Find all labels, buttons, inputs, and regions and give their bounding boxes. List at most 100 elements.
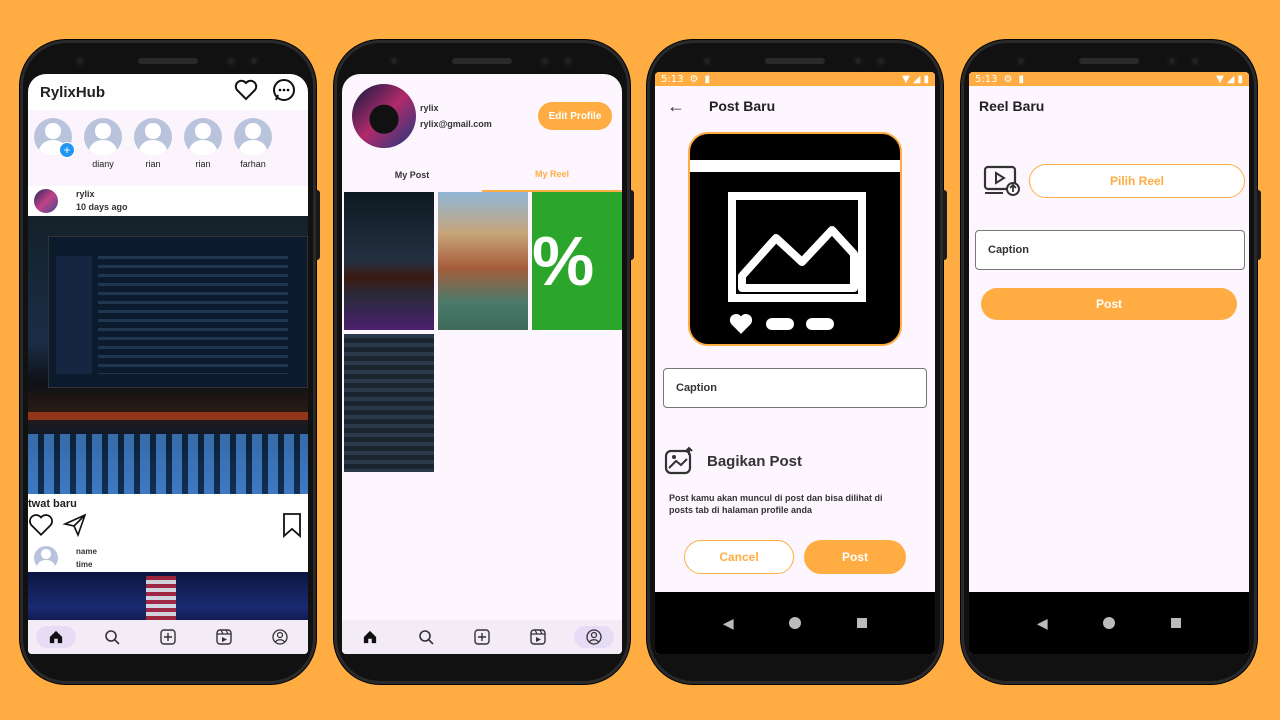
battery-icon: ▮ <box>1237 73 1243 85</box>
recents-icon[interactable] <box>857 618 868 628</box>
status-time: 5:13 <box>975 73 998 85</box>
profile-tabs: My Post My Reel <box>342 158 622 192</box>
android-nav: ◀ <box>655 592 935 654</box>
page-title: Reel Baru <box>979 98 1045 114</box>
nav-reels[interactable] <box>204 626 244 648</box>
settings-icon: ⚙ <box>1003 73 1013 85</box>
stories-row: + diany rian rian farhan <box>28 110 308 186</box>
avatar <box>234 118 272 156</box>
phone-feed: RylixHub + diany rian rian farhan rylix … <box>20 40 320 684</box>
share-icon[interactable] <box>62 513 88 542</box>
chat-icon[interactable] <box>272 78 296 107</box>
reel-baru-screen: 5:13 ⚙ ▮ ▼ ◢ ▮ Reel Baru Pilih Reel Captio… <box>969 72 1249 654</box>
comment-time: time <box>76 560 93 569</box>
post-avatar[interactable] <box>34 189 58 213</box>
post-button[interactable]: Post <box>981 288 1237 320</box>
nav-search[interactable] <box>406 626 446 648</box>
signal-icon: ◢ <box>1226 73 1235 85</box>
story-item[interactable]: diany <box>84 118 122 169</box>
status-bar: 5:13 ⚙ ▮ ▼ ◢ ▮ <box>655 72 935 86</box>
nav-home[interactable] <box>350 626 390 648</box>
back-arrow-icon[interactable]: ← <box>667 96 685 117</box>
bookmark-icon[interactable] <box>282 512 302 543</box>
profile-avatar[interactable] <box>352 84 416 148</box>
post-caption: twat baru <box>28 498 77 510</box>
caption-field[interactable]: Caption <box>975 230 1245 270</box>
comment-name: name <box>76 547 97 556</box>
cancel-button[interactable]: Cancel <box>684 540 794 574</box>
status-time: 5:13 <box>661 73 684 85</box>
like-icon[interactable] <box>28 513 54 542</box>
story-name: rian <box>145 159 161 169</box>
profile-email: rylix@gmail.com <box>420 119 492 129</box>
story-item[interactable]: rian <box>134 118 172 169</box>
story-name: diany <box>92 159 114 169</box>
phone-profile: rylix rylix@gmail.com Edit Profile My Po… <box>334 40 634 684</box>
story-add[interactable]: + <box>34 118 75 158</box>
android-nav: ◀ <box>969 592 1249 654</box>
reel-grid: % <box>342 192 622 472</box>
nav-search[interactable] <box>92 626 132 648</box>
battery-icon: ▮ <box>923 73 929 85</box>
nav-reels[interactable] <box>518 626 558 648</box>
comment-row: name time <box>28 544 308 572</box>
story-item[interactable]: farhan <box>234 118 272 169</box>
back-icon[interactable]: ◀ <box>723 615 734 632</box>
image-placeholder[interactable] <box>688 132 902 346</box>
story-name: farhan <box>240 159 266 169</box>
avatar <box>134 118 172 156</box>
profile-username: rylix <box>420 103 439 113</box>
nav-add[interactable] <box>462 626 502 648</box>
avatar <box>84 118 122 156</box>
page-title: Post Baru <box>709 98 776 114</box>
recents-icon[interactable] <box>1171 618 1182 628</box>
share-title: Bagikan Post <box>707 452 803 470</box>
settings-icon: ⚙ <box>689 73 699 85</box>
wifi-icon: ▼ <box>902 73 910 85</box>
heart-icon[interactable] <box>234 79 258 106</box>
pick-reel-button[interactable]: Pilih Reel <box>1029 164 1245 198</box>
feed-screen: RylixHub + diany rian rian farhan rylix … <box>28 74 308 654</box>
edit-profile-button[interactable]: Edit Profile <box>538 102 612 130</box>
grid-item[interactable] <box>438 192 528 330</box>
signal-icon: ◢ <box>912 73 921 85</box>
post-username: rylix <box>76 189 95 199</box>
grid-item[interactable] <box>344 334 434 472</box>
share-description: Post kamu akan muncul di post dan bisa d… <box>669 493 883 515</box>
post-image[interactable] <box>28 216 308 494</box>
bottom-nav <box>342 620 622 654</box>
sd-card-icon: ▮ <box>1018 73 1024 85</box>
back-icon[interactable]: ◀ <box>1037 615 1048 632</box>
caption-placeholder: Caption <box>988 244 1029 256</box>
phone-reel-baru: 5:13 ⚙ ▮ ▼ ◢ ▮ Reel Baru Pilih Reel Captio… <box>961 40 1261 684</box>
caption-field[interactable]: Caption <box>663 368 927 408</box>
nav-home[interactable] <box>36 626 76 648</box>
phone-post-baru: 5:13 ⚙ ▮ ▼ ◢ ▮ ← Post Baru Caption Bagikan… <box>647 40 947 684</box>
plus-icon: + <box>59 142 75 158</box>
tab-my-post[interactable]: My Post <box>342 158 482 192</box>
gallery-icon <box>728 192 866 302</box>
status-bar: 5:13 ⚙ ▮ ▼ ◢ ▮ <box>969 72 1249 86</box>
post-button[interactable]: Post <box>804 540 906 574</box>
post-baru-screen: 5:13 ⚙ ▮ ▼ ◢ ▮ ← Post Baru Caption Bagikan… <box>655 72 935 654</box>
caption-placeholder: Caption <box>676 382 717 394</box>
video-upload-icon <box>983 165 1020 196</box>
grid-item[interactable]: % <box>532 192 622 330</box>
wifi-icon: ▼ <box>1216 73 1224 85</box>
home-icon[interactable] <box>789 617 802 629</box>
profile-screen: rylix rylix@gmail.com Edit Profile My Po… <box>342 74 622 654</box>
nav-add[interactable] <box>148 626 188 648</box>
grid-item[interactable] <box>344 192 434 330</box>
home-icon[interactable] <box>1103 617 1116 629</box>
post-time: 10 days ago <box>76 202 128 212</box>
post-header: rylix 10 days ago <box>28 186 308 216</box>
nav-profile[interactable] <box>574 626 614 648</box>
heart-icon <box>729 313 753 334</box>
story-item[interactable]: rian <box>184 118 222 169</box>
bottom-nav <box>28 620 308 654</box>
tab-my-reel[interactable]: My Reel <box>482 158 622 192</box>
sd-card-icon: ▮ <box>704 73 710 85</box>
nav-profile[interactable] <box>260 626 300 648</box>
story-name: rian <box>195 159 211 169</box>
image-upload-icon <box>664 446 693 475</box>
